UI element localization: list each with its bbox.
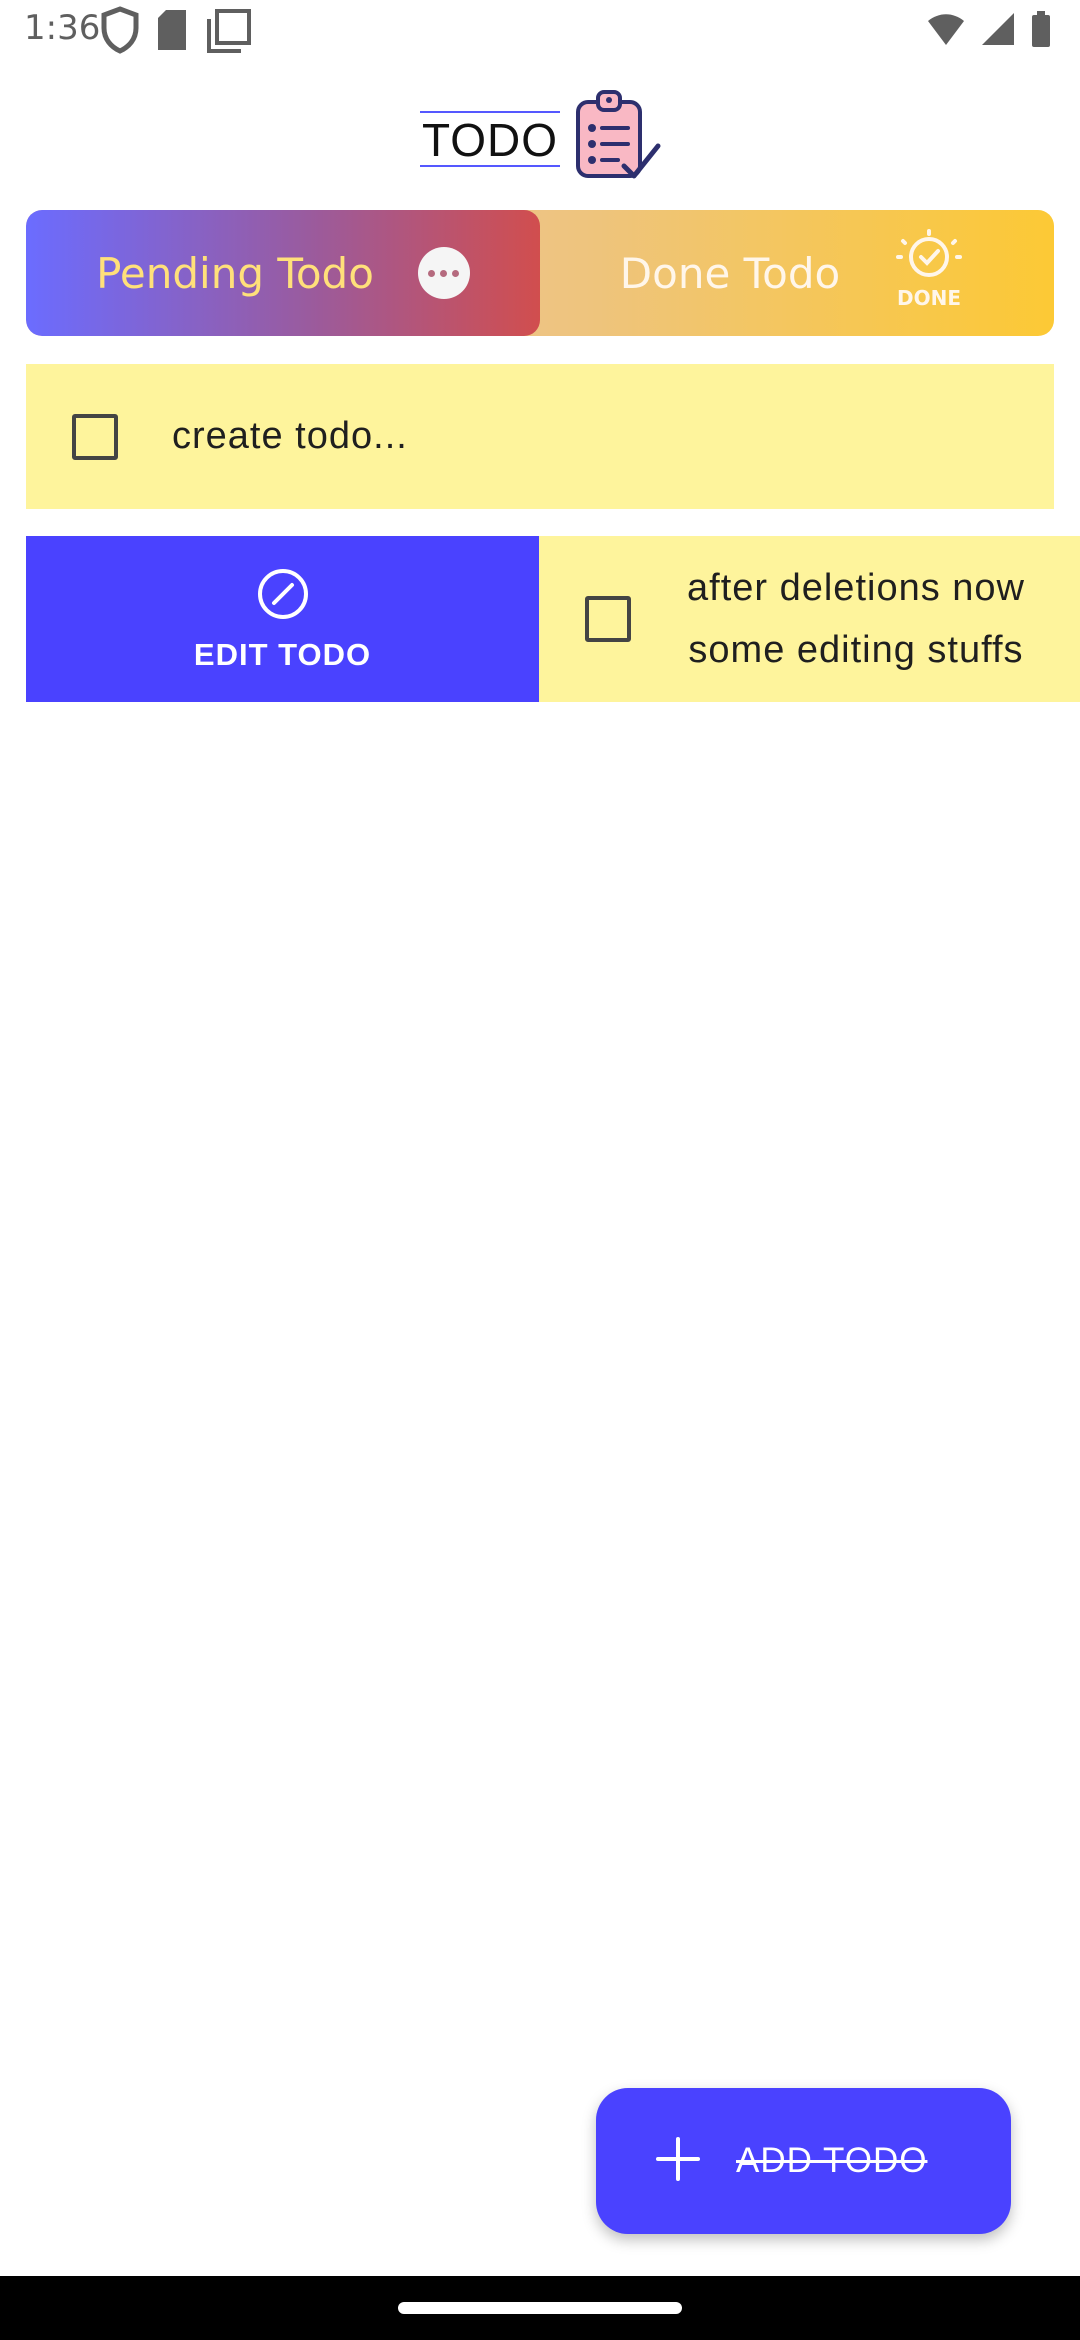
plus-icon xyxy=(654,2135,702,2188)
edit-circle-icon xyxy=(255,566,311,627)
tab-done-todo[interactable]: Done Todo DONE xyxy=(540,210,1054,336)
clipboard-list-icon xyxy=(568,88,664,189)
todo-checkbox[interactable] xyxy=(585,596,631,642)
todo-item[interactable]: after deletions now some editing stuffs xyxy=(539,536,1080,702)
battery-icon xyxy=(1030,10,1052,53)
swiped-todo-row[interactable]: EDIT TODO after deletions now some editi… xyxy=(26,536,1080,702)
edit-todo-button[interactable]: EDIT TODO xyxy=(26,536,539,702)
signal-icon xyxy=(980,11,1016,52)
shield-icon xyxy=(100,6,140,59)
tab-bar: Pending Todo Done Todo DONE xyxy=(26,210,1054,336)
tab-pending-todo[interactable]: Pending Todo xyxy=(26,210,540,336)
app-header: TODO xyxy=(0,84,1080,194)
done-badge-icon: DONE xyxy=(884,228,974,318)
todo-text: create todo... xyxy=(172,415,408,457)
copy-icon xyxy=(204,6,252,59)
status-time: 1:36 xyxy=(24,8,101,48)
status-bar: 1:36 xyxy=(0,0,1080,64)
done-badge-text: DONE xyxy=(897,286,961,310)
todo-checkbox[interactable] xyxy=(72,413,118,460)
add-todo-label: ADD TODO xyxy=(736,2141,928,2180)
home-indicator[interactable] xyxy=(398,2302,682,2314)
add-todo-button[interactable]: ADD TODO xyxy=(596,2088,1011,2234)
tab-done-label: Done Todo xyxy=(619,248,841,298)
todo-text: after deletions now some editing stuffs xyxy=(687,567,1025,671)
status-left-icons xyxy=(100,6,252,59)
logo-text: TODO xyxy=(420,110,561,167)
todo-item[interactable]: create todo... xyxy=(26,364,1054,509)
app-logo: TODO xyxy=(420,88,664,189)
wifi-icon xyxy=(926,11,966,52)
sd-card-icon xyxy=(154,8,190,57)
tab-pending-label: Pending Todo xyxy=(96,248,374,298)
edit-todo-label: EDIT TODO xyxy=(193,636,372,672)
status-right-icons xyxy=(926,10,1052,53)
more-dots-icon xyxy=(417,247,470,299)
navigation-bar xyxy=(0,2276,1080,2340)
